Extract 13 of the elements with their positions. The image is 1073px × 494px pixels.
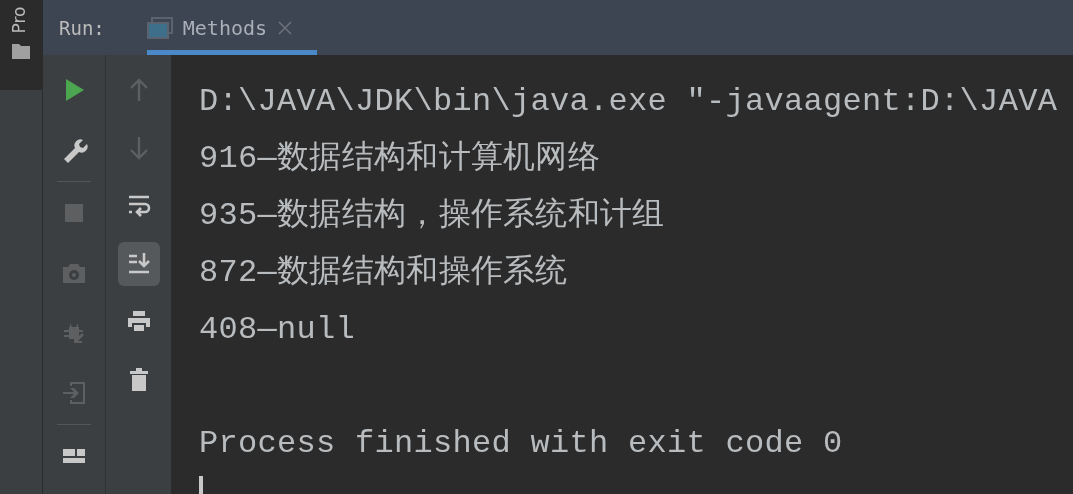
- console-line: 935—数据结构，操作系统和计组: [199, 197, 665, 234]
- window-icon: [146, 16, 173, 39]
- console-line: Process finished with exit code 0: [199, 425, 843, 462]
- console-line: 916—数据结构和计算机网络: [199, 140, 600, 177]
- run-tab[interactable]: Methods: [146, 0, 318, 55]
- scroll-to-end-icon[interactable]: [117, 242, 160, 286]
- folder-icon[interactable]: [12, 44, 30, 59]
- console-line: 872—数据结构和操作系统: [199, 254, 568, 291]
- side-panel-label[interactable]: Pro: [9, 6, 33, 34]
- console-line: D:\JAVA\JDK\bin\java.exe "-javaagent:D:\JAVA: [199, 83, 1058, 120]
- run-label: Run:: [59, 16, 105, 39]
- close-icon[interactable]: [277, 19, 294, 36]
- console-line: 408—null: [199, 311, 356, 348]
